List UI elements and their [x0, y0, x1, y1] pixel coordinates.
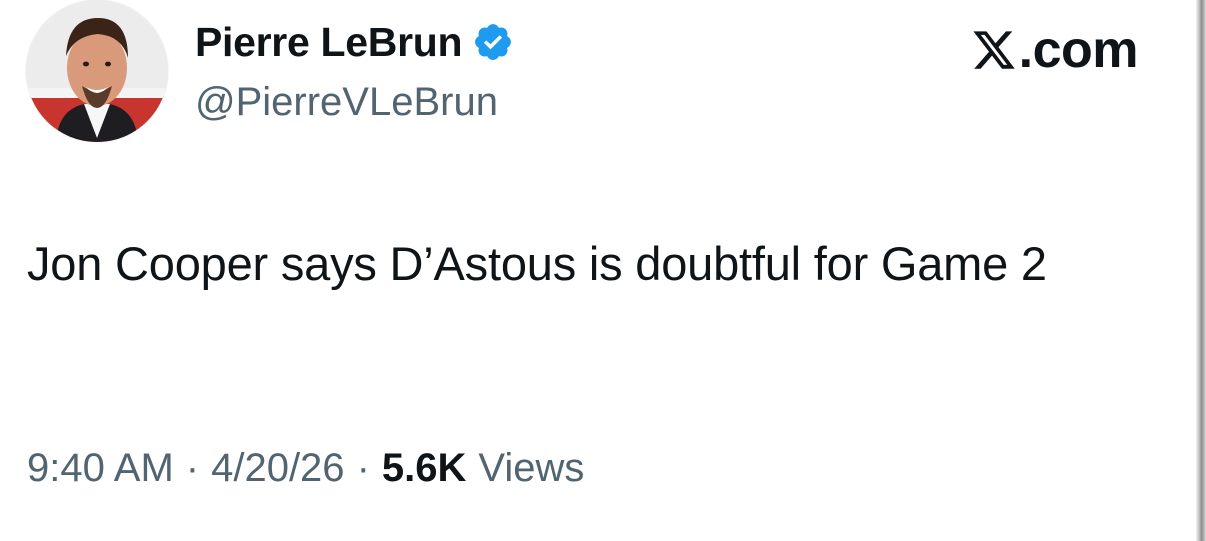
right-edge-border [1196, 0, 1206, 541]
x-logo-icon [973, 31, 1015, 69]
tweet-card: Pierre LeBrun @PierreVLeBrun .com Jon Co… [0, 0, 1188, 541]
author-handle[interactable]: @PierreVLeBrun [195, 80, 498, 125]
brand-watermark: .com [971, 20, 1139, 80]
meta-separator: · [185, 446, 200, 490]
verified-badge-icon [472, 21, 514, 63]
tweet-date[interactable]: 4/20/26 [211, 446, 344, 491]
avatar[interactable] [26, 0, 168, 142]
tweet-meta: 9:40 AM · 4/20/26 · 5.6K Views [27, 446, 584, 491]
views-label[interactable]: Views [478, 446, 584, 491]
meta-separator: · [356, 446, 370, 490]
display-name[interactable]: Pierre LeBrun [195, 19, 463, 66]
avatar-photo [26, 0, 168, 142]
views-count[interactable]: 5.6K [382, 446, 467, 491]
author-name-row[interactable]: Pierre LeBrun [195, 18, 514, 66]
tweet-text: Jon Cooper says D’Astous is doubtful for… [27, 237, 1047, 290]
brand-label: .com [1018, 21, 1139, 79]
tweet-time[interactable]: 9:40 AM [27, 446, 174, 491]
